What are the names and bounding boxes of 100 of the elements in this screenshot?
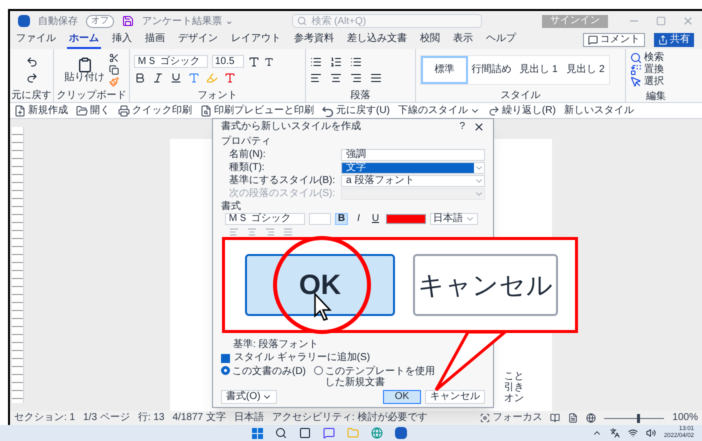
quick-access-command[interactable]: 繰り返し(R) (488, 104, 556, 116)
style-item[interactable]: 標準 (421, 56, 468, 84)
font-size-field[interactable]: 10.5 (212, 55, 244, 68)
document-title: アンケート結果票 ⌄ (142, 14, 233, 28)
quick-access-command[interactable]: 印刷プレビューと印刷 (200, 104, 314, 116)
status-text: アクセシビリティ: 検討が必要です (272, 413, 428, 423)
input-field[interactable]: 強調 (341, 148, 485, 160)
scissors-icon[interactable] (108, 52, 118, 62)
read-mode-icon[interactable] (550, 413, 560, 423)
web-layout-icon[interactable] (586, 413, 596, 423)
print-preview-icon (200, 104, 212, 116)
field-label: 次の段落のスタイル(S): (229, 188, 336, 198)
search-icon (297, 16, 308, 26)
format-toggle[interactable]: I (352, 213, 365, 225)
redo-icon[interactable] (26, 72, 38, 84)
font-color-select[interactable] (386, 214, 426, 224)
grow-font-icon[interactable] (248, 56, 260, 68)
ok-button[interactable]: OK (383, 390, 421, 404)
input-method-icon[interactable] (610, 428, 620, 438)
select-field[interactable]: 文字 (341, 162, 485, 174)
style-item[interactable]: 見出し 1 (515, 56, 562, 84)
comment-button[interactable]: コメント (583, 33, 645, 47)
group-label: 段落 (350, 90, 372, 102)
undo-icon (322, 104, 334, 116)
font-select[interactable]: ＭＳ ゴシック (225, 213, 305, 225)
ok-button[interactable]: OK (245, 254, 395, 316)
autosave-toggle[interactable]: オフ (86, 14, 114, 28)
style-description: 基準: 段落フォント (232, 340, 320, 352)
radio-button[interactable] (221, 366, 230, 375)
close-icon[interactable] (473, 121, 485, 133)
task-view-icon[interactable] (299, 427, 312, 439)
numbered-list-icon[interactable] (330, 56, 342, 68)
dialog-title: 書式から新しいスタイルを作成 (221, 122, 362, 132)
format-toggle[interactable]: U (369, 213, 382, 225)
editing-command[interactable]: 検索 (630, 52, 682, 64)
comment-icon (588, 35, 598, 45)
paste-button[interactable]: 貼り付け (64, 56, 104, 82)
quick-access-command[interactable]: 元に戻す(U) (322, 104, 390, 116)
search-icon[interactable] (275, 427, 288, 439)
align-right-icon[interactable] (350, 72, 362, 84)
save-icon[interactable] (122, 15, 134, 27)
share-button[interactable]: 共有 (654, 33, 694, 47)
bold-icon[interactable] (134, 72, 146, 84)
cancel-button[interactable]: キャンセル (413, 254, 558, 316)
style-item[interactable]: 見出し 2 (562, 56, 609, 84)
help-button[interactable]: ? (451, 122, 473, 132)
menu-tab[interactable]: ファイル (14, 31, 58, 49)
format-menu-button[interactable]: 書式(O) (221, 390, 278, 404)
chat-icon[interactable] (323, 427, 336, 439)
group-label: フォント (196, 90, 238, 102)
undo-icon[interactable] (26, 56, 38, 68)
align-left-icon[interactable] (310, 72, 322, 84)
cancel-button[interactable]: キャンセル (425, 390, 485, 404)
browser-icon[interactable] (371, 427, 384, 439)
menu-tab[interactable]: 表示 (451, 31, 475, 49)
focus-icon (480, 413, 490, 423)
network-icon[interactable] (628, 428, 638, 438)
menu-tab[interactable]: ヘルプ (484, 31, 518, 49)
menu-tab[interactable]: 描画 (143, 31, 167, 49)
text-effect-icon[interactable] (188, 72, 200, 84)
shrink-font-icon[interactable] (264, 56, 274, 66)
zoom-percent: 100% (672, 413, 698, 423)
quick-access-command[interactable]: クイック印刷 (118, 104, 192, 116)
group-label: 元に戻す (12, 90, 52, 102)
font-color-icon[interactable] (224, 72, 236, 84)
menu-tab[interactable]: 参考資料 (292, 31, 336, 49)
status-text: 4/1877 文字 (172, 413, 226, 423)
print-layout-icon[interactable] (568, 413, 578, 423)
field-label: 種類(T): (229, 162, 266, 172)
radio-button[interactable] (314, 366, 323, 375)
quick-access-command[interactable]: 新規作成 (14, 104, 68, 116)
menu-tab[interactable]: 校閲 (418, 31, 442, 49)
field-label: 名前(N): (229, 150, 267, 160)
menu-tab[interactable]: レイアウト (229, 31, 283, 49)
justify-icon[interactable] (370, 72, 382, 84)
menu-tab[interactable]: 挿入 (110, 31, 134, 49)
editing-command[interactable]: 置換 (630, 64, 682, 76)
menu-tab[interactable]: 差し込み文書 (345, 31, 409, 49)
quick-access-command[interactable]: 開く (76, 104, 110, 116)
select-field[interactable]: a 段落フォント (341, 174, 485, 186)
format-toggle[interactable]: B (335, 213, 348, 225)
copy-icon[interactable] (108, 64, 118, 74)
speaker-icon[interactable] (646, 428, 656, 438)
underline-icon[interactable] (170, 72, 182, 84)
quick-access-command[interactable]: 下線のスタイル (398, 106, 480, 116)
focus-button[interactable]: フォーカス (480, 413, 542, 423)
new-document-icon (14, 104, 26, 116)
status-text: 日本語 (234, 413, 264, 423)
checkbox[interactable] (221, 354, 230, 362)
editing-command[interactable]: 選択 (630, 76, 682, 88)
quick-access-command[interactable]: 新しいスタイル (564, 106, 634, 116)
align-center-icon[interactable] (330, 72, 342, 84)
language-select[interactable]: 日本語 (430, 213, 478, 225)
windows-start-icon[interactable] (252, 428, 264, 438)
menu-tab[interactable]: デザイン (176, 31, 220, 49)
status-text: セクション: 1 (14, 413, 76, 423)
printer-icon (118, 104, 130, 116)
style-item[interactable]: 行間詰め (468, 56, 515, 84)
font-name-field[interactable]: ＭＳ ゴシック (134, 55, 208, 68)
italic-icon[interactable] (152, 72, 164, 84)
